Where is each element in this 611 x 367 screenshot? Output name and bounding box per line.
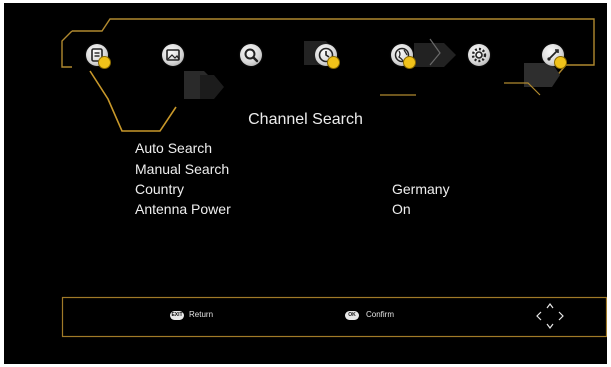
- picture-icon[interactable]: [162, 44, 184, 66]
- globe-icon[interactable]: [391, 44, 416, 69]
- selection-badge: [98, 56, 111, 69]
- footer-help-bar: EXIT Return OK Confirm: [62, 294, 607, 335]
- gear-icon[interactable]: [468, 44, 490, 66]
- info-icon[interactable]: [86, 44, 111, 69]
- menu-item-antenna-power[interactable]: Antenna Power: [135, 201, 231, 217]
- selection-badge: [327, 56, 340, 69]
- clock-icon[interactable]: [315, 44, 340, 69]
- return-hint: Return: [189, 310, 214, 319]
- menu-item-country[interactable]: Country: [135, 181, 184, 197]
- page-title: Channel Search: [248, 111, 363, 128]
- selection-badge: [554, 56, 567, 69]
- confirm-hint: Confirm: [366, 310, 395, 319]
- menu-item-manual-search[interactable]: Manual Search: [135, 161, 229, 177]
- search-icon[interactable]: [240, 44, 262, 66]
- arrow-keys-icon: [535, 302, 565, 330]
- ok-key-icon: OK: [345, 311, 359, 320]
- country-value[interactable]: Germany: [392, 181, 450, 197]
- exit-key-icon: EXIT: [170, 311, 184, 320]
- selection-badge: [403, 56, 416, 69]
- usb-icon[interactable]: [542, 44, 567, 69]
- tv-screen: Channel Search Auto Search Manual Search…: [4, 3, 607, 364]
- antenna-power-value[interactable]: On: [392, 201, 411, 217]
- menu-item-auto-search[interactable]: Auto Search: [135, 140, 212, 156]
